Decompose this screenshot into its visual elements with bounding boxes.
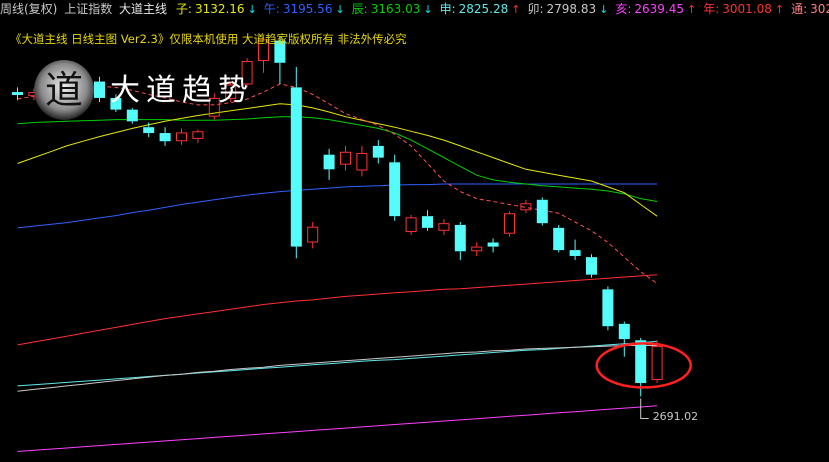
arrow-down-icon: ↓ bbox=[335, 3, 345, 16]
readout-value: 2825.28 bbox=[458, 2, 509, 16]
candle bbox=[438, 223, 450, 231]
brand-text: 大道趋势 bbox=[110, 73, 250, 108]
arrow-down-icon: ↓ bbox=[423, 3, 433, 16]
low-price-value: 2691.02 bbox=[652, 410, 699, 424]
readout-value: 3195.56 bbox=[282, 2, 333, 16]
candle bbox=[356, 152, 368, 171]
candle bbox=[159, 133, 171, 142]
arrow-up-icon: ↑ bbox=[687, 3, 697, 16]
candle bbox=[307, 226, 319, 243]
candle bbox=[389, 162, 401, 217]
symbol-label: 上证指数 bbox=[64, 2, 113, 16]
low-price-label: 2691.02 bbox=[653, 410, 699, 423]
arrow-down-icon: ↓ bbox=[247, 3, 257, 16]
candle bbox=[323, 154, 335, 170]
candle bbox=[569, 250, 581, 256]
indicator-readouts: 子: 3132.16 ↓ 午: 3195.56 ↓ 辰: 3163.03 ↓ 申: 2825.28 ↑… bbox=[174, 2, 829, 16]
candle bbox=[176, 132, 187, 142]
readout-value: 2798.83 bbox=[546, 2, 597, 16]
readout-label: 通: bbox=[791, 2, 808, 16]
readout-value: 2639.45 bbox=[634, 2, 685, 16]
readout-label: 卯: bbox=[527, 2, 544, 16]
low-price-pointer bbox=[640, 398, 649, 419]
candle bbox=[487, 242, 499, 247]
header-bar: 周线(复权) 上证指数 大道主线 子: 3132.16 ↓ 午: 3195.56 ↓ 辰: 3… bbox=[0, 0, 829, 18]
line-午 bbox=[17, 183, 658, 229]
candle bbox=[290, 87, 302, 247]
readout-label: 辰: bbox=[351, 2, 368, 16]
chart-subtitle: 《大道主线 日线主图 Ver2.3》仅限本机使用 大道趋家版权所有 非法外传必究 bbox=[10, 32, 407, 46]
readout-value: 3163.03 bbox=[370, 2, 421, 16]
arrow-up-icon: ↑ bbox=[511, 3, 521, 16]
seal-character: 道 bbox=[45, 68, 83, 112]
candle bbox=[635, 340, 647, 383]
period-label: 周线(复权) bbox=[0, 2, 58, 16]
arrow-down-icon: ↓ bbox=[599, 3, 609, 16]
indicator-name: 大道主线 bbox=[119, 2, 168, 16]
readout-label: 年: bbox=[703, 2, 720, 16]
candle bbox=[422, 216, 433, 228]
readout-value: 3001.08 bbox=[722, 2, 772, 16]
readout-label: 亥: bbox=[615, 2, 632, 16]
candle bbox=[586, 257, 597, 275]
candle bbox=[536, 199, 548, 224]
line-年 bbox=[17, 274, 658, 346]
watermark-logo: 道 大道趋势 bbox=[30, 56, 250, 130]
readout-label: 子: bbox=[175, 2, 192, 16]
readout-value: 3028.53 bbox=[810, 2, 829, 16]
candle bbox=[340, 151, 351, 165]
candle bbox=[602, 289, 614, 327]
candle bbox=[372, 145, 384, 158]
candle bbox=[471, 246, 483, 252]
candle bbox=[651, 346, 663, 381]
line-亥 bbox=[17, 405, 658, 452]
readout-label: 午: bbox=[263, 2, 280, 16]
candle bbox=[12, 92, 23, 95]
candle bbox=[504, 213, 515, 234]
candle bbox=[553, 227, 565, 251]
line-卯 bbox=[17, 345, 658, 392]
readout-label: 申: bbox=[439, 2, 456, 16]
candle bbox=[192, 131, 204, 139]
candle bbox=[618, 323, 630, 340]
candle bbox=[405, 217, 417, 232]
candle bbox=[454, 224, 466, 252]
arrow-up-icon: ↑ bbox=[774, 3, 785, 16]
readout-value: 3132.16 bbox=[194, 2, 245, 16]
